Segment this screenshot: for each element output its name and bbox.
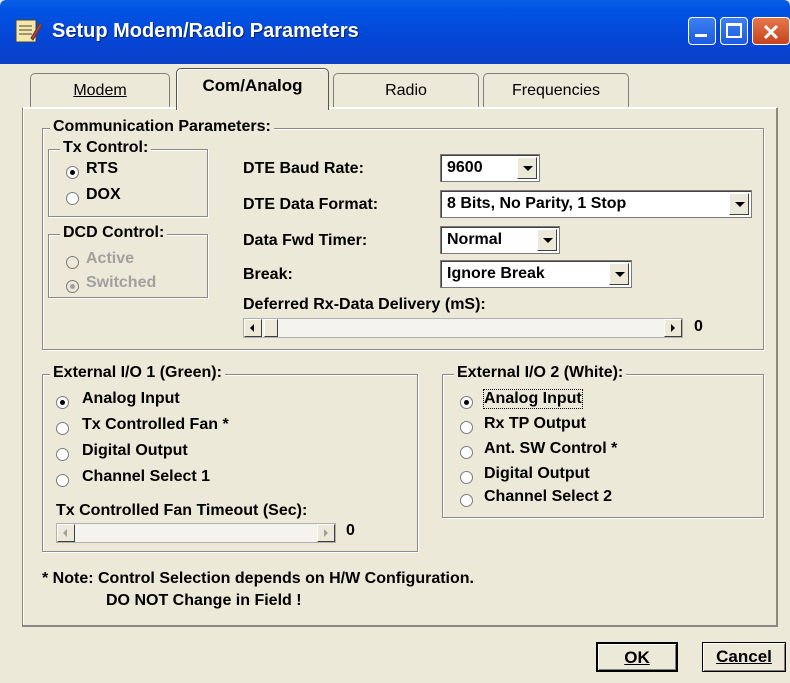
maximize-button[interactable] xyxy=(720,17,748,45)
io1-analog-input-label[interactable]: Analog Input xyxy=(82,390,180,408)
chevron-down-icon[interactable] xyxy=(609,263,629,285)
minimize-icon xyxy=(695,34,707,37)
window-title: Setup Modem/Radio Parameters xyxy=(52,20,359,42)
app-icon xyxy=(15,19,42,43)
io2-analog-input-radio[interactable] xyxy=(460,396,473,409)
break-label: Break: xyxy=(243,266,293,283)
scroll-left-icon[interactable] xyxy=(244,319,262,337)
io2-digital-output-radio[interactable] xyxy=(460,471,473,484)
chevron-down-icon[interactable] xyxy=(517,157,537,179)
break-select[interactable]: Ignore Break xyxy=(440,260,632,288)
close-icon xyxy=(763,24,779,40)
slider-thumb[interactable] xyxy=(264,319,278,337)
tx-control-group xyxy=(48,149,208,217)
scroll-left-icon[interactable] xyxy=(57,524,75,542)
dcd-control-switched-radio[interactable] xyxy=(66,280,79,293)
tx-control-dox-radio[interactable] xyxy=(66,192,79,205)
note-line-2: DO NOT Change in Field ! xyxy=(106,592,302,609)
chevron-down-icon[interactable] xyxy=(729,193,749,215)
fan-timeout-slider[interactable] xyxy=(56,523,336,543)
dcd-control-active-radio[interactable] xyxy=(66,256,79,269)
io2-channel-select-label[interactable]: Channel Select 2 xyxy=(484,488,612,506)
tx-control-rts-radio[interactable] xyxy=(66,166,79,179)
minimize-button[interactable] xyxy=(688,17,716,45)
chevron-down-icon[interactable] xyxy=(537,229,557,251)
deferred-delivery-slider[interactable] xyxy=(243,318,683,338)
io1-tx-fan-label[interactable]: Tx Controlled Fan * xyxy=(82,416,229,434)
tx-control-rts-label[interactable]: RTS xyxy=(86,160,118,178)
io2-digital-output-label[interactable]: Digital Output xyxy=(484,465,590,483)
dcd-control-active-label[interactable]: Active xyxy=(86,250,134,268)
io1-analog-input-radio[interactable] xyxy=(56,396,69,409)
deferred-delivery-value: 0 xyxy=(694,318,703,335)
fwd-timer-select[interactable]: Normal xyxy=(440,226,560,254)
tab-com-analog[interactable]: Com/Analog xyxy=(176,68,329,110)
dcd-control-switched-label[interactable]: Switched xyxy=(86,274,156,292)
break-value: Ignore Break xyxy=(447,265,545,282)
data-format-value: 8 Bits, No Parity, 1 Stop xyxy=(447,195,627,212)
io1-digital-output-label[interactable]: Digital Output xyxy=(82,442,188,460)
data-format-select[interactable]: 8 Bits, No Parity, 1 Stop xyxy=(440,190,752,218)
communication-parameters-legend: Communication Parameters: xyxy=(50,118,274,136)
io1-channel-select-radio[interactable] xyxy=(56,474,69,487)
fan-timeout-label: Tx Controlled Fan Timeout (Sec): xyxy=(56,502,308,519)
note-line-1: * Note: Control Selection depends on H/W… xyxy=(42,570,474,587)
external-io-1-legend: External I/O 1 (Green): xyxy=(50,364,225,382)
io1-tx-fan-radio[interactable] xyxy=(56,422,69,435)
cancel-button[interactable]: Cancel xyxy=(702,642,786,672)
dcd-control-legend: DCD Control: xyxy=(60,224,168,242)
tab-radio[interactable]: Radio xyxy=(333,73,479,109)
tab-modem[interactable]: Modem xyxy=(30,73,170,109)
ok-button[interactable]: OK xyxy=(596,642,678,672)
scroll-right-icon[interactable] xyxy=(317,524,335,542)
baud-rate-select[interactable]: 9600 xyxy=(440,154,540,182)
fan-timeout-value: 0 xyxy=(346,522,355,539)
io2-ant-sw-control-radio[interactable] xyxy=(460,446,473,459)
io2-rx-tp-output-label[interactable]: Rx TP Output xyxy=(484,415,586,433)
deferred-delivery-label: Deferred Rx-Data Delivery (mS): xyxy=(243,296,486,313)
close-button[interactable] xyxy=(752,17,790,45)
fwd-timer-label: Data Fwd Timer: xyxy=(243,232,368,249)
io1-digital-output-radio[interactable] xyxy=(56,448,69,461)
tab-frequencies[interactable]: Frequencies xyxy=(483,73,629,109)
scroll-right-icon[interactable] xyxy=(664,319,682,337)
tx-control-legend: Tx Control: xyxy=(60,139,152,157)
tx-control-dox-label[interactable]: DOX xyxy=(86,186,121,204)
maximize-icon xyxy=(726,23,742,38)
io2-ant-sw-control-label[interactable]: Ant. SW Control * xyxy=(484,440,617,458)
baud-rate-value: 9600 xyxy=(447,159,483,176)
io1-channel-select-label[interactable]: Channel Select 1 xyxy=(82,468,210,486)
baud-rate-label: DTE Baud Rate: xyxy=(243,160,364,177)
io2-analog-input-label[interactable]: Analog Input xyxy=(483,389,583,409)
io2-rx-tp-output-radio[interactable] xyxy=(460,421,473,434)
data-format-label: DTE Data Format: xyxy=(243,196,379,213)
io2-channel-select-radio[interactable] xyxy=(460,494,473,507)
fwd-timer-value: Normal xyxy=(447,231,503,248)
external-io-2-legend: External I/O 2 (White): xyxy=(454,364,627,382)
